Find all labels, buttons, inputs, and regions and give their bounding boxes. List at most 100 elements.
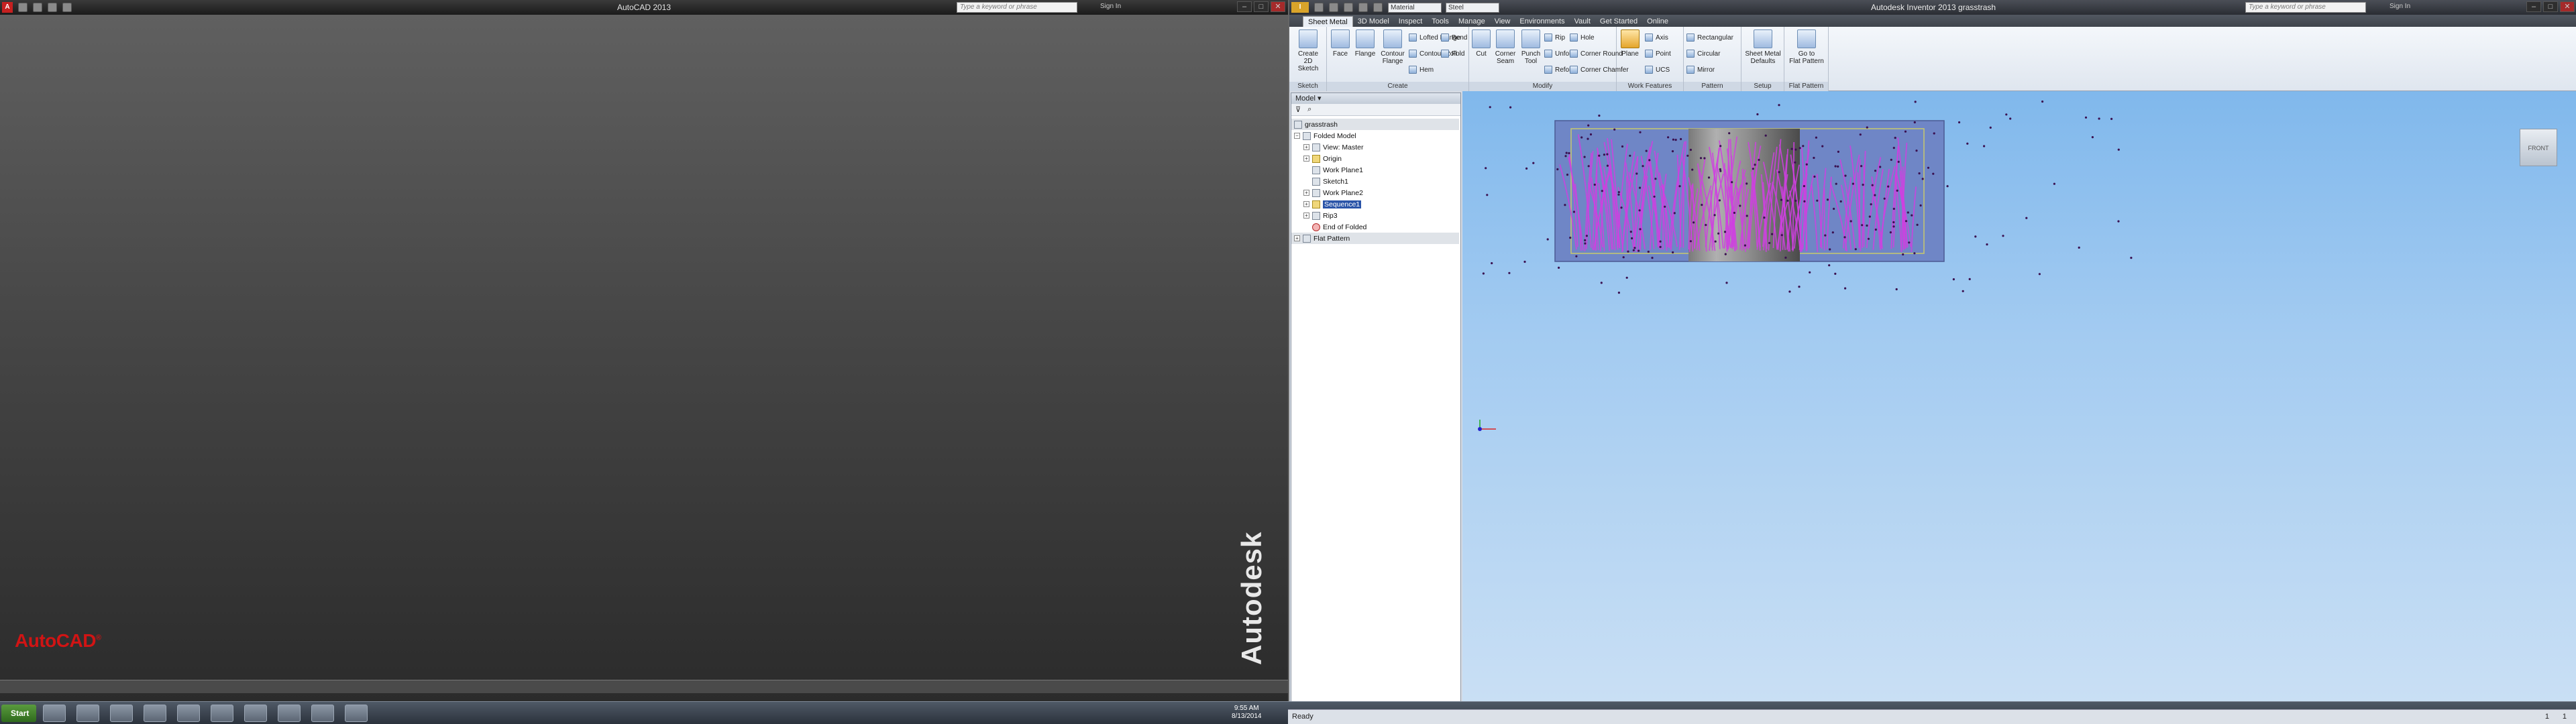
scatter-point xyxy=(1889,231,1892,234)
flange-button[interactable]: Flange xyxy=(1352,29,1378,58)
browser-header[interactable]: Model ▾ xyxy=(1291,93,1460,104)
tab-get-started[interactable]: Get Started xyxy=(1595,16,1642,27)
maximize-button[interactable]: □ xyxy=(2543,1,2558,12)
tab-view[interactable]: View xyxy=(1490,16,1515,27)
go-to-flat-pattern-button[interactable]: Go to Flat Pattern xyxy=(1787,29,1826,65)
tree-item-flat-pattern[interactable]: + Flat Pattern xyxy=(1291,233,1459,244)
tree-item-rip3[interactable]: + Rip3 xyxy=(1303,210,1338,221)
autocad-taskbar-icon[interactable] xyxy=(311,705,334,722)
tree-item-sequence1[interactable]: + Sequence1 xyxy=(1303,198,1362,210)
sheet-metal-defaults-button[interactable]: Sheet Metal Defaults xyxy=(1744,29,1782,65)
tree-item-origin[interactable]: + Origin xyxy=(1303,153,1342,164)
scatter-point xyxy=(1758,158,1760,162)
cut-button[interactable]: Cut xyxy=(1470,29,1492,58)
autocad-search-input[interactable]: Type a keyword or phrase xyxy=(957,2,1077,13)
expand-icon[interactable]: + xyxy=(1303,190,1309,196)
filter-icon[interactable]: ⊽ xyxy=(1295,105,1301,114)
create-2d-sketch-button[interactable]: Create 2D Sketch xyxy=(1293,29,1324,72)
rectangular-label: Rectangular xyxy=(1697,34,1733,42)
scatter-point xyxy=(1633,247,1636,249)
tab-3d-model[interactable]: 3D Model xyxy=(1353,16,1394,27)
panel-flat-pattern: Go to Flat Pattern Flat Pattern xyxy=(1784,27,1829,91)
corner-seam-button[interactable]: Corner Seam xyxy=(1492,29,1519,65)
app-icon[interactable] xyxy=(211,705,233,722)
face-button[interactable]: Face xyxy=(1328,29,1352,58)
fold-button[interactable]: Fold xyxy=(1441,47,1464,60)
scatter-point xyxy=(2110,117,2113,120)
maximize-button[interactable]: □ xyxy=(1254,1,1269,12)
tab-vault[interactable]: Vault xyxy=(1570,16,1595,27)
panel-pattern: Rectangular Circular Mirror Pattern xyxy=(1684,27,1741,91)
close-button[interactable]: ✕ xyxy=(1271,1,1285,12)
ucs-button[interactable]: UCS xyxy=(1645,63,1670,76)
app-icon[interactable] xyxy=(278,705,301,722)
expand-icon[interactable]: + xyxy=(1303,213,1309,219)
collapse-icon[interactable]: − xyxy=(1294,133,1300,139)
viewcube[interactable]: FRONT xyxy=(2520,129,2557,166)
point-button[interactable]: Point xyxy=(1645,47,1671,60)
scatter-point xyxy=(1664,205,1666,208)
contour-flange-button[interactable]: Contour Flange xyxy=(1378,29,1407,65)
tree-item-view-master[interactable]: + View: Master xyxy=(1303,141,1364,153)
scatter-point xyxy=(1667,136,1670,139)
inventor-taskbar-icon[interactable] xyxy=(345,705,368,722)
graphics-viewport[interactable]: FRONT xyxy=(1462,91,2576,701)
scatter-point xyxy=(1803,185,1805,188)
bend-button[interactable]: Bend xyxy=(1441,31,1467,44)
punch-tool-button[interactable]: Punch Tool xyxy=(1519,29,1543,65)
rip-label: Rip xyxy=(1555,34,1566,42)
expand-icon[interactable]: + xyxy=(1294,235,1300,241)
scatter-point xyxy=(1648,159,1651,162)
tree-item-work-plane2[interactable]: + Work Plane2 xyxy=(1303,187,1363,198)
tree-item-folded-model[interactable]: − Folded Model xyxy=(1294,130,1356,141)
tab-environments[interactable]: Environments xyxy=(1515,16,1569,27)
tree-item-work-plane1[interactable]: Work Plane1 xyxy=(1312,164,1363,176)
mirror-button[interactable]: Mirror xyxy=(1686,63,1715,76)
scatter-point xyxy=(1689,148,1692,152)
rip-button[interactable]: Rip xyxy=(1544,31,1565,44)
scatter-point xyxy=(1653,195,1656,198)
minimize-button[interactable]: – xyxy=(2526,1,2541,12)
minimize-button[interactable]: – xyxy=(1237,1,1252,12)
clock[interactable]: 9:55 AM 8/13/2014 xyxy=(1232,705,1262,721)
autocad-sign-in[interactable]: Sign In xyxy=(1100,3,1121,10)
expand-icon[interactable]: + xyxy=(1303,201,1309,207)
inventor-search-input[interactable]: Type a keyword or phrase xyxy=(2245,2,2366,13)
expand-icon[interactable]: + xyxy=(1303,144,1309,150)
scatter-point xyxy=(1627,250,1629,253)
tree-item-sketch1[interactable]: Sketch1 xyxy=(1312,176,1348,187)
tree-label: Work Plane2 xyxy=(1323,188,1363,197)
rectangular-pattern-button[interactable]: Rectangular xyxy=(1686,31,1733,44)
tab-online[interactable]: Online xyxy=(1642,16,1673,27)
axis-button[interactable]: Axis xyxy=(1645,31,1668,44)
tab-inspect[interactable]: Inspect xyxy=(1394,16,1427,27)
tree-item-part[interactable]: grasstrash xyxy=(1291,119,1459,130)
media-player-icon[interactable] xyxy=(110,705,133,722)
tree-label: Sketch1 xyxy=(1323,177,1348,186)
expand-icon[interactable]: + xyxy=(1303,156,1309,162)
panel-title-setup: Setup xyxy=(1741,82,1784,91)
punch-tool-icon xyxy=(1521,29,1540,48)
close-button[interactable]: ✕ xyxy=(2560,1,2575,12)
tree-item-end-of-folded[interactable]: End of Folded xyxy=(1312,221,1366,233)
tab-manage[interactable]: Manage xyxy=(1454,16,1490,27)
tab-sheet-metal[interactable]: Sheet Metal xyxy=(1303,16,1353,27)
point-icon xyxy=(1645,50,1653,58)
hem-button[interactable]: Hem xyxy=(1409,63,1434,76)
app-icon[interactable] xyxy=(244,705,267,722)
start-button[interactable]: Start xyxy=(1,705,36,722)
word-icon[interactable] xyxy=(177,705,200,722)
ie-icon[interactable] xyxy=(43,705,66,722)
scatter-point xyxy=(1714,240,1717,243)
tab-tools[interactable]: Tools xyxy=(1427,16,1454,27)
find-icon[interactable]: ⌕ xyxy=(1307,105,1311,114)
explorer-icon[interactable] xyxy=(76,705,99,722)
plane-button[interactable]: Plane xyxy=(1618,29,1642,58)
rectangular-pattern-icon xyxy=(1686,34,1695,42)
corner-round-button[interactable]: Corner Round xyxy=(1570,47,1623,60)
excel-icon[interactable] xyxy=(144,705,166,722)
model-scene xyxy=(1482,100,2133,294)
inventor-sign-in[interactable]: Sign In xyxy=(2390,3,2410,10)
hole-button[interactable]: Hole xyxy=(1570,31,1595,44)
circular-pattern-button[interactable]: Circular xyxy=(1686,47,1720,60)
